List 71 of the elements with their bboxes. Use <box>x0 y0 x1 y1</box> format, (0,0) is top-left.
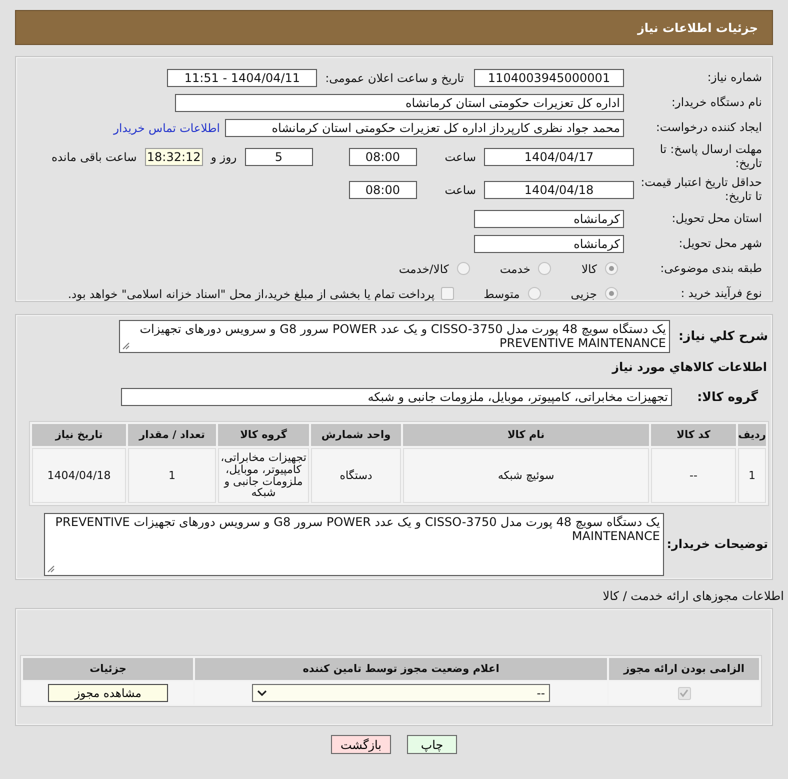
column-header: واحد شمارش <box>311 424 401 446</box>
need-number-field: 1104003945000001 <box>474 68 624 86</box>
field-label: گروه کالا: <box>696 390 759 404</box>
section-title: اطلاعات کالاهاي مورد نياز <box>610 360 768 374</box>
column-header: گروه کالا <box>218 424 309 446</box>
radio-label: کالا/خدمت <box>398 262 449 276</box>
payment-checkbox[interactable] <box>440 287 454 300</box>
table-cell: 1 <box>738 448 766 503</box>
radio-label: خدمت <box>500 262 530 276</box>
field-label: حداقل تاریخ اعتبار قیمت: تا تاریخ: <box>640 176 763 203</box>
table-cell: تجهیزات مخابراتی، کامپیوتر، موبایل، ملزومات جانبی و شبکه <box>218 448 309 503</box>
category-radio[interactable] <box>605 262 618 275</box>
field-label: تاریخ و ساعت اعلان عمومی: <box>325 70 464 84</box>
field-label: شماره نیاز: <box>706 70 763 84</box>
checkbox-label: پرداخت تمام یا بخشی از مبلغ خرید،از محل "اسناد خزانه اسلامی" خواهد بود. <box>68 286 435 300</box>
column-header: اعلام وضعیت مجوز توسط تامین کننده <box>195 658 607 680</box>
field-label: نام دستگاه خریدار: <box>670 96 763 110</box>
table-cell: -- <box>651 448 736 503</box>
table-cell: سوئیچ شبکه <box>403 448 649 503</box>
field-label: ساعت <box>444 150 476 164</box>
time-field: 08:00 <box>348 180 417 198</box>
column-header: تعداد / مقدار <box>128 424 216 446</box>
table-cell: 1 <box>128 448 216 503</box>
column-header: کد کالا <box>651 424 736 446</box>
goods-group-field: تجهیزات مخابراتی، کامپیوتر، موبایل، ملزومات جانبی و شبکه <box>121 388 672 406</box>
print-button[interactable]: چاپ <box>407 735 457 754</box>
city-field: کرمانشاه <box>474 234 624 252</box>
resize-grip-icon[interactable] <box>47 565 55 573</box>
time-field: 08:00 <box>348 148 417 166</box>
section-title: اطلاعات مجوزهای ارائه خدمت / کالا <box>602 589 785 603</box>
province-field: کرمانشاه <box>474 210 624 228</box>
field-label: طبقه بندی موضوعی: <box>659 262 763 276</box>
resize-grip-icon[interactable] <box>122 342 130 350</box>
field-label: نوع فرآیند خرید : <box>680 286 763 300</box>
table-cell: 1404/04/18 <box>32 448 126 503</box>
field-label: شهر محل تحویل: <box>678 236 763 250</box>
column-header: نام کالا <box>403 424 649 446</box>
field-label: مهلت ارسال پاسخ: تا تاریخ: <box>658 143 763 170</box>
category-radio[interactable] <box>538 262 552 275</box>
announce-date-field: 1404/04/11 - 11:51 <box>167 68 318 86</box>
field-label: ایجاد کننده درخواست: <box>655 120 763 134</box>
requester-field: محمد جواد نظری کارپرداز اداره کل تعزیرات حکومتی استان کرمانشاه <box>225 118 624 136</box>
column-header: جزئیات <box>23 658 193 680</box>
chevron-down-icon <box>257 690 267 696</box>
radio-label: متوسط <box>484 286 520 300</box>
process-radio[interactable] <box>528 287 541 300</box>
contact-link[interactable]: اطلاعات تماس خریدار <box>113 120 220 134</box>
description-field: یک دستگاه سویچ 48 پورت مدل CISSO-3750 و یک عدد POWER سرور G8 و سرویس دورهای تجهیزات PREVENTIVE MAINTENANCE <box>119 320 670 352</box>
category-radio[interactable] <box>456 262 470 275</box>
column-header: تاریخ نیاز <box>32 424 126 446</box>
table-cell: دستگاه <box>311 448 401 503</box>
date-field: 1404/04/18 <box>484 180 634 198</box>
buyer-notes-field: یک دستگاه سویچ 48 پورت مدل CISSO-3750 و یک عدد POWER سرور G8 و سرویس دورهای تجهیزات PREVENTIVE MAINTENANCE <box>44 513 664 576</box>
date-field: 1404/04/17 <box>484 148 634 166</box>
process-radio[interactable] <box>605 287 618 300</box>
status-dropdown[interactable]: -- <box>252 684 550 702</box>
column-header: ردیف <box>738 424 766 446</box>
field-label: استان محل تحویل: <box>670 212 763 226</box>
days-field: 5 <box>244 148 313 166</box>
column-header: الزامی بودن ارائه مجوز <box>609 658 759 680</box>
field-label: ساعت <box>444 182 476 196</box>
buyer-org-field: اداره کل تعزیرات حکومتی استان کرمانشاه <box>175 94 624 112</box>
page-title: جزئیات اطلاعات نیاز <box>637 20 758 34</box>
back-button[interactable]: بازگشت <box>331 735 391 754</box>
radio-label: جزیی <box>570 286 597 300</box>
field-label: روز و <box>210 150 237 164</box>
radio-label: کالا <box>581 262 597 276</box>
remaining-time-field: 18:32:12 <box>144 148 203 166</box>
field-label: ساعت باقی مانده <box>52 150 137 164</box>
field-label: شرح کلي نياز: <box>678 328 769 344</box>
view-license-button[interactable]: مشاهده مجوز <box>48 684 168 702</box>
